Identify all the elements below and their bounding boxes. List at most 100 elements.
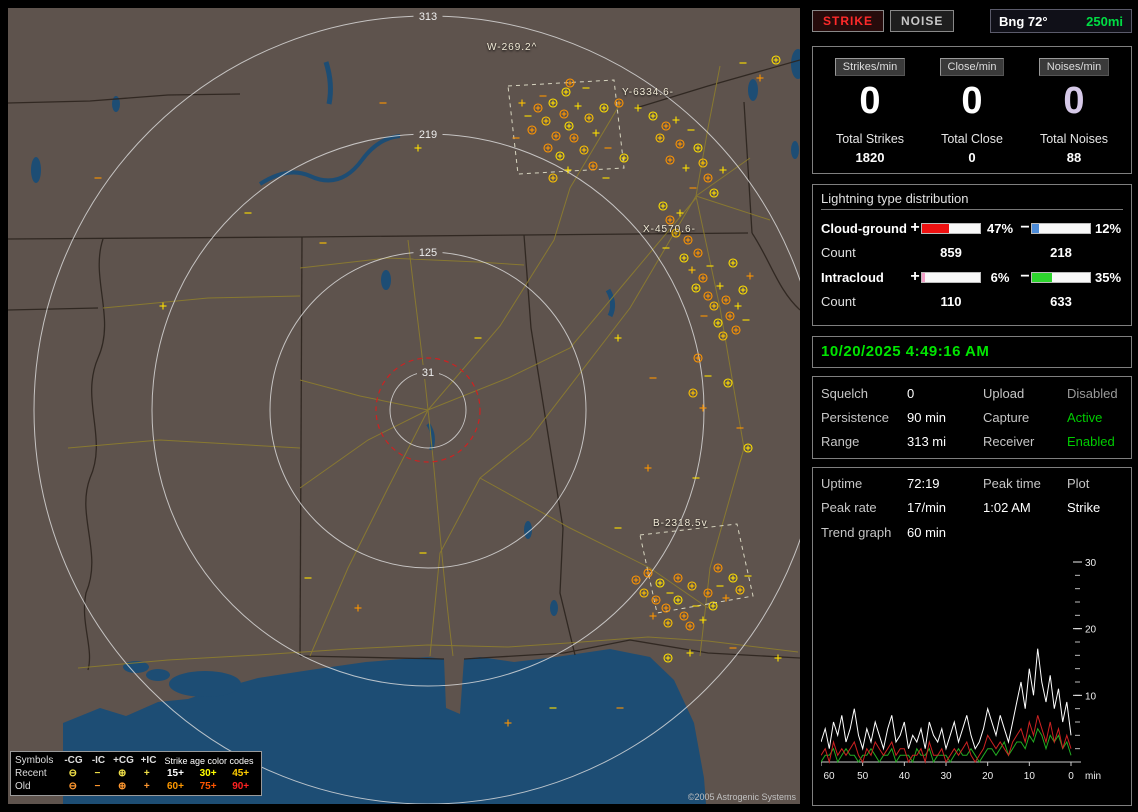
status-section: Uptime 72:19 Peak time Plot Peak rate 17… (812, 467, 1132, 806)
control-panel: STRIKE NOISE Bng 72° 250mi Strikes/min 0… (812, 8, 1132, 806)
plus-sign: + (910, 268, 920, 285)
cloud-ground-label: Cloud-ground (821, 220, 907, 236)
ic-positive-percent: 6% (990, 269, 1010, 285)
close-per-min-button[interactable]: Close/min (939, 58, 1005, 76)
ic-negative-count: 633 (1050, 294, 1072, 309)
ic-negative-percent: 35% (1094, 269, 1122, 285)
strikes-per-min-value: 0 (859, 80, 881, 122)
cg-positive-count: 859 (940, 245, 962, 260)
ic-positive-count: 110 (940, 294, 962, 309)
noises-per-min-button[interactable]: Noises/min (1038, 58, 1110, 76)
datetime-display: 10/20/2025 4:49:16 AM (821, 343, 990, 360)
cg-positive-percent: 47% (986, 220, 1014, 236)
count-label: Count (821, 245, 856, 260)
total-close-label: Total Close (941, 132, 1003, 146)
svg-text:50: 50 (857, 771, 869, 782)
strike-symbol-icon: ⊖ (68, 768, 77, 779)
plot-value: Strike (1067, 500, 1101, 515)
total-close-value: 0 (968, 150, 976, 165)
capture-label: Capture (983, 410, 1030, 425)
close-rate-column: Close/min 0 Total Close 0 (921, 57, 1023, 165)
svg-text:219: 219 (419, 129, 437, 141)
persistence-value: 90 min (907, 410, 947, 425)
intracloud-count-row: Count 110 633 (821, 294, 1123, 309)
squelch-value: 0 (907, 386, 915, 401)
plot-label: Plot (1067, 476, 1090, 491)
strike-symbol-icon: + (143, 781, 150, 792)
svg-text:20: 20 (982, 771, 994, 782)
noise-mode-button[interactable]: NOISE (890, 10, 955, 32)
legend-header-pos-ic: +IC (140, 755, 157, 766)
svg-text:60: 60 (823, 771, 835, 782)
svg-text:10: 10 (1024, 771, 1036, 782)
upload-label: Upload (983, 386, 1025, 401)
peak-rate-label: Peak rate (821, 500, 877, 515)
trend-graph-value: 60 min (907, 525, 947, 540)
count-label: Count (821, 294, 856, 309)
lightning-map[interactable]: 31 125 219 313 W-269.2^ Y-6334.6- X-4570.6- B-… (8, 8, 800, 804)
minus-sign: − (1020, 219, 1030, 236)
cloud-ground-row: Cloud-ground + 47% − 12% (821, 219, 1123, 237)
uptime-value: 72:19 (907, 476, 940, 491)
uptime-label: Uptime (821, 476, 863, 491)
legend-rows: Recent ⊖ − ⊕ +15+ 30+ 45+ Old ⊖ − ⊕ +60+ 75+ 90+ (15, 767, 257, 793)
strike-symbol-icon: − (94, 781, 101, 792)
close-per-min-value: 0 (961, 80, 983, 122)
ic-negative-bar (1031, 271, 1091, 283)
legend-header-neg-ic: -IC (91, 755, 106, 766)
total-strikes-label: Total Strikes (835, 132, 905, 146)
svg-text:125: 125 (419, 247, 437, 259)
strike-mode-button[interactable]: STRIKE (812, 10, 885, 32)
settings-section: Squelch 0 Upload Disabled Persistence 90… (812, 376, 1132, 459)
peak-time-label: Peak time (983, 476, 1041, 491)
strike-symbol-icon: ⊕ (117, 768, 127, 779)
cg-negative-bar (1031, 222, 1091, 234)
strikes-per-min-button[interactable]: Strikes/min (834, 58, 906, 76)
distribution-title: Lightning type distribution (821, 191, 1123, 210)
cloud-ground-count-row: Count 859 218 (821, 245, 1123, 260)
svg-text:20: 20 (1085, 625, 1097, 636)
cg-positive-bar (921, 222, 981, 234)
strike-symbol-icon: − (94, 768, 101, 779)
squelch-label: Squelch (821, 386, 868, 401)
map-canvas: 31 125 219 313 (8, 8, 800, 804)
distribution-section: Lightning type distribution Cloud-ground… (812, 184, 1132, 326)
range-label: Range (821, 434, 860, 449)
svg-text:30: 30 (1085, 558, 1097, 569)
datetime-section: 10/20/2025 4:49:16 AM (812, 336, 1132, 368)
map-legend: Symbols -CG -IC +CG +IC Strike age color… (10, 751, 262, 796)
legend-header: Symbols -CG -IC +CG +IC Strike age color… (15, 754, 257, 767)
strike-symbol-icon: + (143, 768, 150, 779)
rates-section: Strikes/min 0 Total Strikes 1820 Close/m… (812, 46, 1132, 174)
svg-text:min: min (1085, 771, 1101, 782)
total-strikes-value: 1820 (855, 150, 885, 165)
total-noises-label: Total Noises (1039, 132, 1109, 146)
legend-row: Recent ⊖ − ⊕ +15+ 30+ 45+ (15, 768, 250, 779)
strike-symbol-icon: ⊕ (117, 781, 127, 792)
svg-text:40: 40 (899, 771, 911, 782)
strike-symbol-icon: ⊖ (68, 781, 77, 792)
cg-negative-percent: 12% (1094, 220, 1122, 236)
strikes-rate-column: Strikes/min 0 Total Strikes 1820 (819, 57, 921, 165)
svg-text:31: 31 (422, 367, 434, 379)
intracloud-row: Intracloud + 6% − 35% (821, 268, 1123, 286)
ic-positive-bar (921, 271, 981, 283)
peak-rate-value: 17/min (907, 500, 947, 515)
svg-text:10: 10 (1085, 691, 1097, 702)
trend-graph-chart: 10 20 30 60 50 40 30 20 10 0 min (821, 548, 1123, 797)
legend-row: Old ⊖ − ⊕ +60+ 75+ 90+ (15, 781, 250, 792)
bearing-range-display: Bng 72° 250mi (990, 9, 1132, 33)
copyright-text: ©2005 Astrogenic Systems (687, 792, 796, 802)
range-value: 250mi (1086, 13, 1123, 29)
intracloud-label: Intracloud (821, 269, 884, 285)
trend-graph-label: Trend graph (821, 525, 892, 540)
svg-text:313: 313 (419, 11, 437, 23)
total-noises-value: 88 (1066, 150, 1082, 165)
mode-bar: STRIKE NOISE Bng 72° 250mi (812, 8, 1132, 34)
trend-graph-row: Trend graph 60 min (821, 525, 1123, 540)
svg-text:30: 30 (940, 771, 952, 782)
svg-text:0: 0 (1068, 771, 1074, 782)
legend-header-neg-cg: -CG (64, 755, 83, 766)
bearing-value: Bng 72° (999, 13, 1048, 29)
noises-per-min-value: 0 (1063, 80, 1085, 122)
